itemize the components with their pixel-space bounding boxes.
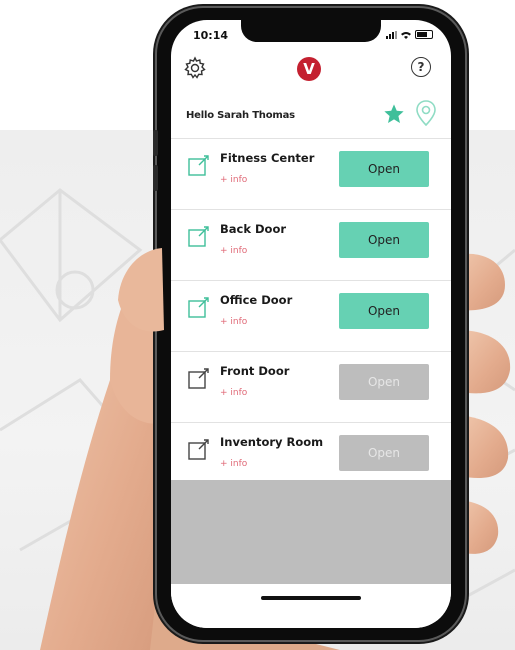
gear-icon[interactable] bbox=[183, 56, 207, 80]
door-lock-icon bbox=[188, 226, 209, 247]
empty-list-area bbox=[171, 480, 451, 584]
status-icons bbox=[386, 30, 433, 39]
info-link[interactable]: + info bbox=[220, 459, 247, 469]
location-pin-icon[interactable] bbox=[415, 100, 437, 126]
signal-icon bbox=[386, 30, 397, 39]
info-link[interactable]: + info bbox=[220, 388, 247, 398]
door-lock-icon bbox=[188, 368, 209, 389]
list-item: Front Door + info Open bbox=[171, 351, 451, 422]
list-item: Back Door + info Open bbox=[171, 209, 451, 280]
info-link[interactable]: + info bbox=[220, 317, 247, 327]
door-lock-icon bbox=[188, 297, 209, 318]
door-name: Inventory Room bbox=[220, 435, 324, 449]
open-button[interactable]: Open bbox=[339, 151, 429, 187]
greeting-text: Hello Sarah Thomas bbox=[186, 110, 295, 121]
volume-down-button bbox=[153, 165, 158, 191]
home-indicator[interactable] bbox=[261, 596, 361, 600]
door-list: Fitness Center + info Open Back Door + i… bbox=[171, 138, 451, 494]
help-icon[interactable]: ? bbox=[411, 57, 431, 77]
phone-screen: 10:14 V ? Hello Sarah Thomas Fitness Cen… bbox=[171, 20, 451, 628]
battery-icon bbox=[415, 30, 433, 39]
door-name: Front Door bbox=[220, 364, 290, 378]
door-lock-icon bbox=[188, 155, 209, 176]
info-link[interactable]: + info bbox=[220, 246, 247, 256]
info-link[interactable]: + info bbox=[220, 175, 247, 185]
open-button[interactable]: Open bbox=[339, 435, 429, 471]
home-bar-area bbox=[171, 584, 451, 628]
list-item: Fitness Center + info Open bbox=[171, 138, 451, 209]
open-button[interactable]: Open bbox=[339, 293, 429, 329]
door-name: Fitness Center bbox=[220, 151, 315, 165]
star-icon[interactable] bbox=[383, 103, 405, 125]
volume-up-button bbox=[153, 130, 158, 156]
brand-logo-icon: V bbox=[297, 57, 321, 81]
open-button[interactable]: Open bbox=[339, 364, 429, 400]
door-name: Back Door bbox=[220, 222, 287, 236]
open-button[interactable]: Open bbox=[339, 222, 429, 258]
list-item: Office Door + info Open bbox=[171, 280, 451, 351]
status-time: 10:14 bbox=[193, 29, 229, 42]
notch bbox=[241, 20, 381, 42]
door-name: Office Door bbox=[220, 293, 293, 307]
wifi-icon bbox=[401, 31, 411, 39]
door-lock-icon bbox=[188, 439, 209, 460]
